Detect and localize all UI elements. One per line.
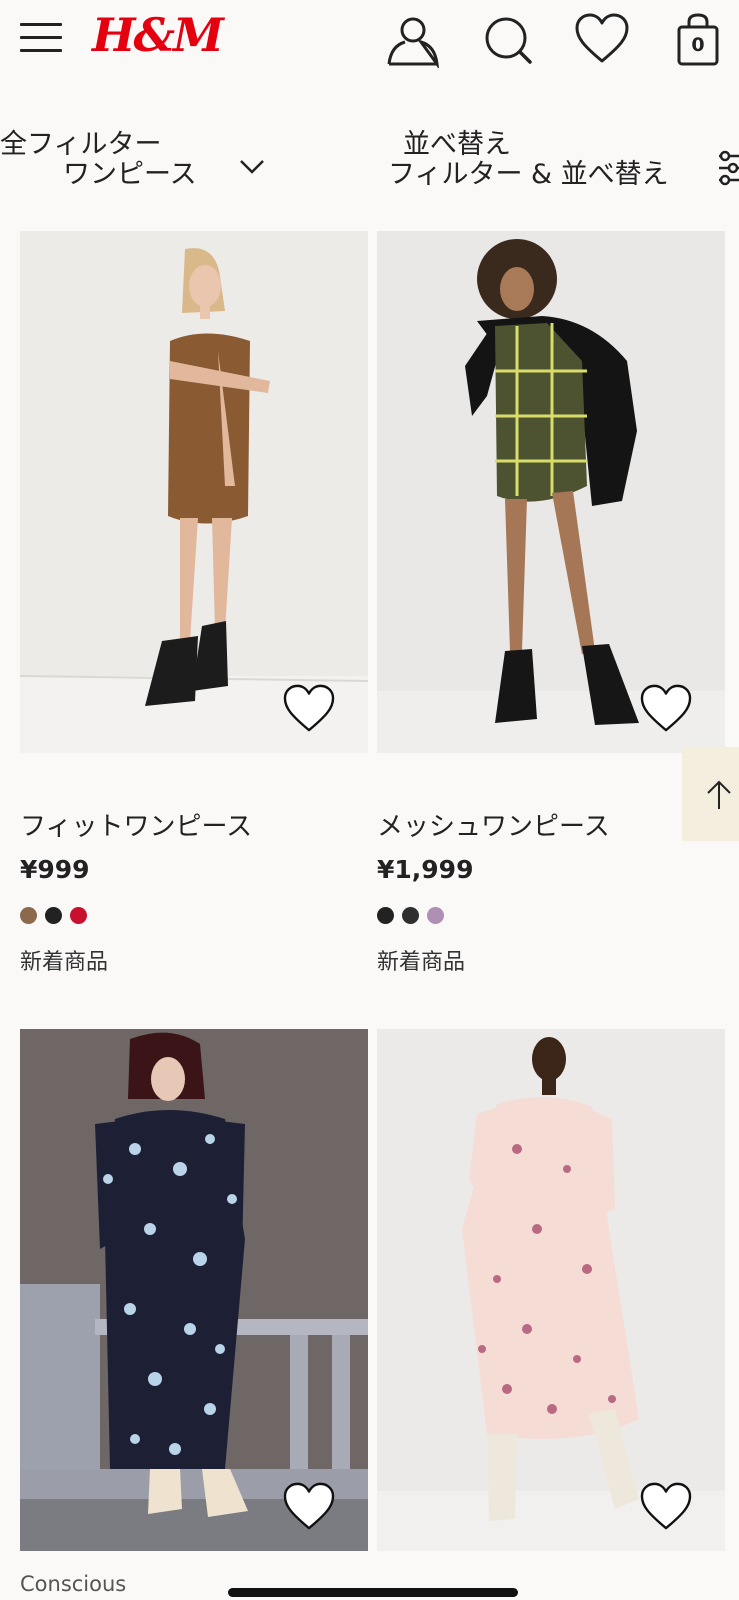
color-swatch[interactable] — [427, 907, 444, 924]
favourite-heart-icon[interactable] — [639, 1481, 693, 1531]
filter-sort-label[interactable]: フィルター & 並べ替え — [388, 152, 669, 191]
product-price: ¥1,999 — [377, 855, 474, 884]
filter-sliders-icon[interactable] — [715, 148, 739, 188]
scroll-to-top-button[interactable] — [682, 747, 739, 841]
brand-logo[interactable]: H&M — [92, 8, 224, 62]
arrow-up-icon — [707, 780, 731, 809]
product-name[interactable]: メッシュワンピース — [377, 806, 610, 843]
product-card[interactable] — [20, 1029, 368, 1551]
shopping-bag-icon[interactable]: 0 — [670, 12, 726, 68]
product-card[interactable]: フィットワンピース ¥999 新着商品 — [20, 231, 368, 975]
filter-bar: 全フィルター ワンピース 並べ替え フィルター & 並べ替え — [0, 118, 739, 198]
bag-count: 0 — [691, 34, 705, 56]
conscious-label: Conscious — [20, 1572, 127, 1596]
product-image[interactable] — [20, 1029, 368, 1551]
product-image[interactable] — [377, 1029, 725, 1551]
account-icon[interactable] — [385, 12, 441, 68]
chevron-down-icon[interactable] — [238, 156, 266, 176]
color-swatches — [377, 907, 452, 927]
favourites-icon[interactable] — [574, 12, 630, 68]
color-swatch[interactable] — [20, 907, 37, 924]
product-card[interactable] — [377, 1029, 725, 1551]
color-swatches — [20, 907, 95, 927]
color-swatch[interactable] — [377, 907, 394, 924]
new-arrival-badge: 新着商品 — [20, 950, 109, 975]
product-price: ¥999 — [20, 855, 90, 884]
product-name[interactable]: フィットワンピース — [20, 806, 252, 843]
color-swatch[interactable] — [402, 907, 419, 924]
search-icon[interactable] — [480, 12, 536, 68]
favourite-heart-icon[interactable] — [282, 1481, 336, 1531]
product-card[interactable]: メッシュワンピース ¥1,999 新着商品 — [377, 231, 725, 975]
color-swatch[interactable] — [45, 907, 62, 924]
product-image[interactable] — [20, 231, 368, 753]
header: H&M 0 — [0, 0, 739, 90]
new-arrival-badge: 新着商品 — [377, 950, 466, 975]
product-image[interactable] — [377, 231, 725, 753]
category-dropdown-label[interactable]: ワンピース — [63, 152, 197, 191]
favourite-heart-icon[interactable] — [639, 683, 693, 733]
favourite-heart-icon[interactable] — [282, 683, 336, 733]
home-indicator — [228, 1588, 518, 1597]
menu-icon[interactable] — [18, 18, 66, 58]
color-swatch[interactable] — [70, 907, 87, 924]
